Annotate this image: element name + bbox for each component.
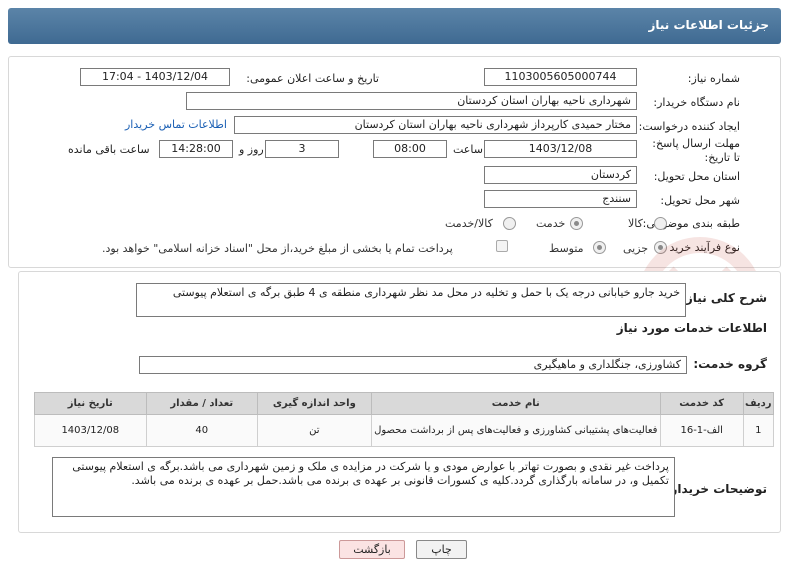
process-type-label: نوع فرآیند خرید : bbox=[662, 241, 740, 254]
creator-label: ایجاد کننده درخواست: bbox=[638, 120, 740, 133]
col-service-name: نام خدمت bbox=[370, 392, 661, 415]
treasury-payment-checkbox[interactable] bbox=[496, 240, 508, 252]
category-option-service: خدمت bbox=[536, 217, 566, 230]
col-service-code: کد خدمت bbox=[659, 392, 744, 415]
service-group-label: گروه خدمت: bbox=[693, 357, 767, 371]
col-unit: واحد اندازه گیری bbox=[257, 392, 372, 415]
province-label: استان محل تحویل: bbox=[653, 170, 740, 183]
print-button[interactable]: چاپ bbox=[416, 540, 467, 559]
deadline-label: مهلت ارسال پاسخ: تا تاریخ: bbox=[652, 137, 740, 164]
buyer-org-label: نام دستگاه خریدار: bbox=[653, 96, 740, 109]
province-field: کردستان bbox=[484, 166, 637, 184]
announce-datetime-label: تاریخ و ساعت اعلان عمومی: bbox=[246, 72, 379, 85]
description-textarea: خرید جارو خیابانی درجه یک با حمل و تخلیه… bbox=[136, 283, 686, 317]
cell-service-code: الف-1-16 bbox=[659, 414, 744, 447]
remaining-time-label: ساعت باقی مانده bbox=[68, 143, 150, 156]
creator-field: مختار حمیدی کارپرداز شهرداری ناحیه بهارا… bbox=[234, 116, 637, 134]
process-radio-minor[interactable] bbox=[654, 241, 667, 254]
remaining-time-field: 14:28:00 bbox=[159, 140, 233, 158]
days-field: 3 bbox=[265, 140, 339, 158]
page-title: جزئیات اطلاعات نیاز bbox=[648, 18, 769, 32]
process-option-medium: متوسط bbox=[549, 242, 584, 255]
city-label: شهر محل تحویل: bbox=[660, 194, 740, 207]
category-radio-service[interactable] bbox=[570, 217, 583, 230]
cell-unit: تن bbox=[257, 414, 372, 447]
process-option-minor: جزیی bbox=[623, 242, 649, 255]
category-option-goods-service: کالا/خدمت bbox=[445, 217, 493, 230]
col-row: ردیف bbox=[742, 392, 775, 415]
deadline-time-label: ساعت bbox=[453, 143, 483, 156]
category-option-goods: کالا bbox=[628, 217, 643, 230]
header-banner: جزئیات اطلاعات نیاز bbox=[8, 8, 781, 44]
announce-datetime-field: 1403/12/04 - 17:04 bbox=[80, 68, 230, 86]
table-row: 1 الف-1-16 فعالیت‌های پشتیبانی کشاورزی و… bbox=[34, 414, 775, 447]
process-radio-medium[interactable] bbox=[593, 241, 606, 254]
deadline-date-field: 1403/12/08 bbox=[484, 140, 637, 158]
col-quantity: تعداد / مقدار bbox=[145, 392, 259, 415]
services-section-title: اطلاعات خدمات مورد نیاز bbox=[616, 321, 767, 335]
cell-quantity: 40 bbox=[145, 414, 259, 447]
need-number-field: 1103005605000744 bbox=[484, 68, 637, 86]
header-bar: جزئیات اطلاعات نیاز bbox=[0, 0, 789, 50]
description-label: شرح کلی نیاز: bbox=[681, 291, 767, 305]
treasury-payment-note: پرداخت تمام یا بخشی از مبلغ خرید،از محل … bbox=[102, 242, 453, 255]
service-group-field: کشاورزی، جنگلداری و ماهیگیری bbox=[139, 356, 687, 374]
services-table: ردیف کد خدمت نام خدمت واحد اندازه گیری ت… bbox=[34, 392, 775, 447]
need-number-label: شماره نیاز: bbox=[687, 72, 740, 85]
buyer-contact-link[interactable]: اطلاعات تماس خریدار bbox=[125, 118, 227, 131]
deadline-time-field: 08:00 bbox=[373, 140, 447, 158]
buyer-org-field: شهرداری ناحیه بهاران استان کردستان bbox=[186, 92, 637, 110]
col-need-date: تاریخ نیاز bbox=[34, 392, 147, 415]
cell-row: 1 bbox=[742, 414, 775, 447]
category-radio-goods[interactable] bbox=[654, 217, 667, 230]
back-button[interactable]: بازگشت bbox=[339, 540, 405, 559]
cell-need-date: 1403/12/08 bbox=[34, 414, 147, 447]
cell-service-name: فعالیت‌های پشتیبانی کشاورزی و فعالیت‌های… bbox=[370, 414, 661, 447]
days-label: روز و bbox=[239, 143, 264, 156]
buyer-notes-label: توضیحات خریدار: bbox=[665, 482, 767, 496]
city-field: سنندج bbox=[484, 190, 637, 208]
category-radio-goods-service[interactable] bbox=[503, 217, 516, 230]
buyer-notes-textarea: پرداخت غیر نقدی و بصورت تهاتر با عوارض م… bbox=[52, 457, 675, 517]
